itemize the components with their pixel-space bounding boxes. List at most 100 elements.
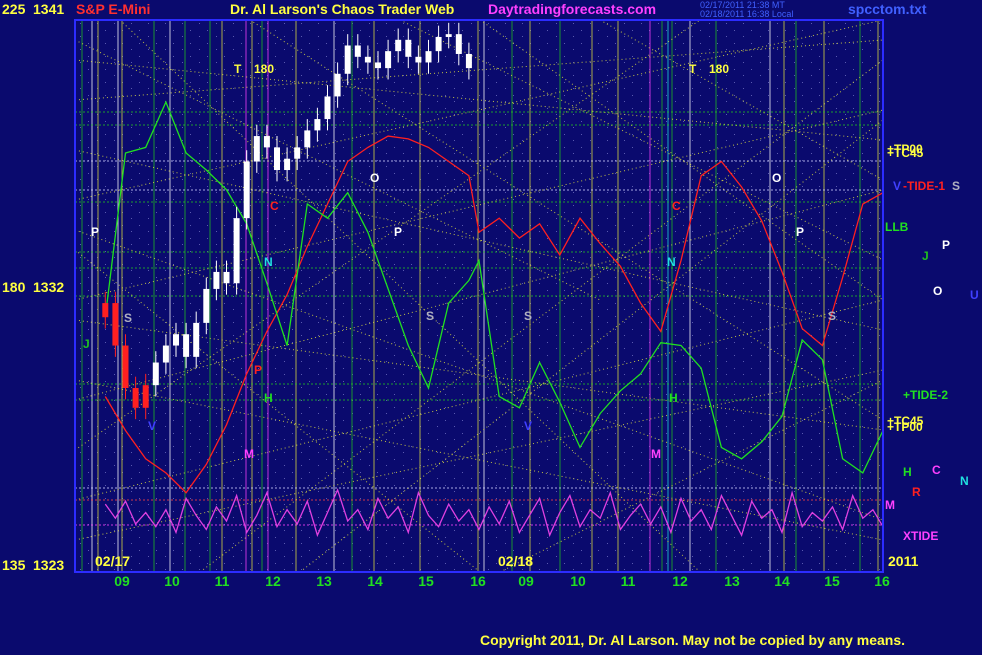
planet-marker: O [370, 171, 379, 185]
chart-svg: T 180 T 180 P S J C N P M H O P S V S N C M H O P S V +TP00 +TC45 V… [0, 0, 982, 650]
x-tick-label: 16 [470, 573, 486, 589]
candle-body [263, 136, 270, 148]
right-label: LLB [885, 220, 909, 234]
right-label: R [912, 485, 921, 499]
planet-marker: S [426, 309, 434, 323]
y-label-left: 180 [2, 279, 26, 295]
x-tick-label: 10 [570, 573, 586, 589]
year-label: 2011 [888, 553, 919, 569]
planet-marker: M [244, 447, 254, 461]
candle-body [465, 53, 472, 69]
time-marker: 180 [254, 62, 274, 76]
y-label-left: 135 [2, 557, 26, 573]
candle-body [294, 147, 301, 159]
candle-body [405, 39, 412, 57]
right-label: N [960, 474, 969, 488]
planet-marker: P [796, 225, 804, 239]
candle-body [253, 136, 260, 162]
candle-body [385, 51, 392, 69]
right-label: XTIDE [903, 529, 938, 543]
candle-body [314, 119, 321, 131]
candle-body [183, 334, 190, 357]
chart-title: Dr. Al Larson's Chaos Trader Web [230, 1, 454, 17]
candle-body [344, 45, 351, 74]
date-label-1: 02/17 [95, 553, 130, 569]
planet-marker: H [264, 391, 273, 405]
time-marker: T [234, 62, 242, 76]
planet-marker: O [772, 171, 781, 185]
candle-body [152, 362, 159, 386]
planet-marker: C [270, 199, 279, 213]
candle-body [243, 161, 250, 219]
planet-marker: H [669, 391, 678, 405]
right-label: -TIDE-1 [903, 179, 945, 193]
planet-marker: S [828, 309, 836, 323]
x-tick-label: 13 [724, 573, 740, 589]
candle-body [284, 158, 291, 171]
candle-body [364, 56, 371, 63]
y-label-price: 1341 [33, 1, 64, 17]
candle-body [354, 45, 361, 57]
y-label-price: 1332 [33, 279, 64, 295]
candle-body [162, 345, 169, 363]
right-label: +TC45 [887, 146, 924, 160]
candle-body [122, 345, 129, 388]
right-label: +TP00 [887, 420, 923, 434]
planet-marker: N [667, 255, 676, 269]
candle-body [375, 62, 381, 69]
planet-marker: V [148, 419, 156, 433]
candle-body [334, 73, 341, 97]
x-tick-label: 10 [164, 573, 180, 589]
candle-body [102, 303, 109, 318]
planet-marker: C [672, 199, 681, 213]
x-tick-label: 12 [265, 573, 281, 589]
right-label: V [893, 179, 901, 193]
planet-marker: N [264, 255, 273, 269]
candle-body [304, 130, 311, 148]
planet-marker: S [524, 309, 532, 323]
planet-marker: S [124, 311, 132, 325]
stamp-2: 02/18/2011 16:38 Local [700, 9, 793, 19]
candle-body [213, 271, 220, 289]
right-label: +TIDE-2 [903, 388, 948, 402]
x-tick-label: 09 [114, 573, 130, 589]
x-tick-label: 13 [316, 573, 332, 589]
file-label: spcctom.txt [848, 1, 927, 17]
right-label: J [922, 249, 929, 263]
site-label: Daytradingforecasts.com [488, 1, 656, 17]
candle-body [445, 34, 452, 37]
right-label: C [932, 463, 941, 477]
planet-marker: M [651, 447, 661, 461]
time-marker: 180 [709, 62, 729, 76]
candle-body [173, 334, 179, 346]
y-label-left: 225 [2, 1, 26, 17]
candle-body [223, 271, 230, 284]
x-tick-label: 16 [874, 573, 890, 589]
candle-body [415, 56, 422, 63]
y-label-price: 1323 [33, 557, 64, 573]
x-tick-label: 14 [367, 573, 383, 589]
candle-body [132, 388, 139, 408]
date-label-2: 02/18 [498, 553, 533, 569]
instrument-label: S&P E-Mini [76, 1, 150, 17]
copyright-text: Copyright 2011, Dr. Al Larson. May not b… [480, 632, 905, 648]
candle-body [455, 34, 462, 54]
candle-body [193, 322, 200, 357]
planet-marker: P [254, 363, 262, 377]
candle-body [425, 51, 432, 63]
x-tick-label: 12 [672, 573, 688, 589]
candle-body [112, 303, 119, 346]
time-marker: T [689, 62, 697, 76]
right-label: S [952, 179, 960, 193]
planet-marker: P [394, 225, 402, 239]
chart: T 180 T 180 P S J C N P M H O P S V S N C M H O P S V +TP00 +TC45 V… [0, 0, 982, 650]
right-label: O [933, 284, 942, 298]
planet-marker: V [524, 419, 532, 433]
x-tick-label: 14 [774, 573, 790, 589]
x-tick-label: 11 [621, 573, 636, 589]
planet-marker: J [83, 337, 90, 351]
right-label: H [903, 465, 912, 479]
candle-body [324, 96, 331, 120]
candle-body [142, 385, 149, 408]
candle-body [395, 39, 402, 52]
